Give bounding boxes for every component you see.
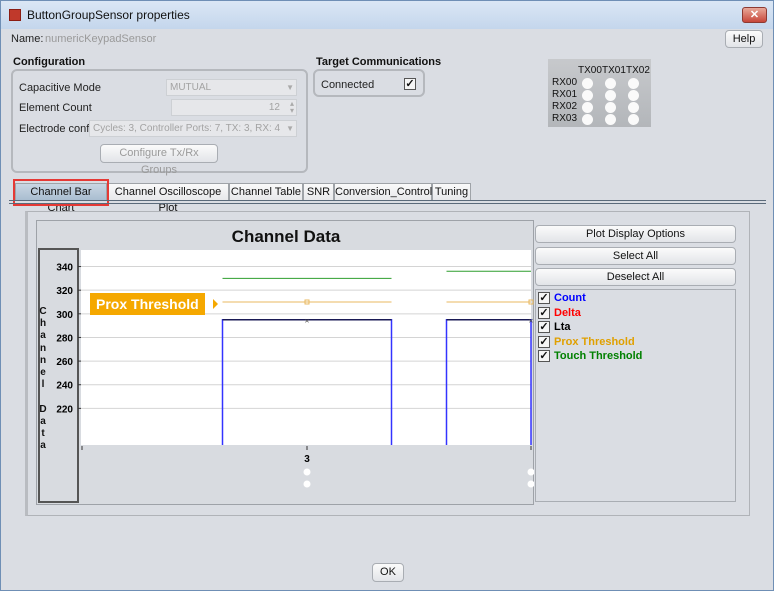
tab-divider bbox=[9, 200, 766, 204]
name-label: Name: bbox=[11, 33, 44, 45]
configure-txrx-groups-button[interactable]: Configure Tx/Rx Groups bbox=[100, 144, 218, 176]
connected-label: Connected bbox=[321, 79, 375, 91]
electrode-indicator[interactable] bbox=[628, 114, 639, 125]
electrode-indicator[interactable] bbox=[582, 90, 593, 101]
y-tick-label: 320 bbox=[56, 286, 73, 297]
series-label: Delta bbox=[554, 306, 581, 319]
electrode-indicator[interactable] bbox=[605, 90, 616, 101]
series-checkbox[interactable]: ✓ bbox=[538, 292, 550, 304]
capacitive-mode-select[interactable]: MUTUAL ▼ bbox=[166, 79, 297, 96]
lta-marker: × bbox=[305, 317, 310, 326]
plot-area bbox=[81, 250, 531, 445]
x-indicator-dot bbox=[303, 468, 311, 476]
tab-channel-oscilloscope-plot[interactable]: Channel Oscilloscope Plot bbox=[107, 183, 229, 214]
close-button[interactable]: ✕ bbox=[742, 7, 767, 23]
series-label: Lta bbox=[554, 321, 571, 333]
tab-conversion-control[interactable]: Conversion_Control bbox=[334, 183, 432, 201]
electrode-indicator[interactable] bbox=[582, 114, 593, 125]
spinner-arrows-icon[interactable]: ▴ ▾ bbox=[290, 100, 294, 115]
x-tick-label: 3 bbox=[304, 454, 310, 465]
series-label: Touch Threshold bbox=[554, 350, 643, 362]
lta-marker: × bbox=[529, 317, 534, 326]
electrode-indicator[interactable] bbox=[605, 114, 616, 125]
element-count-label: Element Count bbox=[19, 102, 92, 114]
x-indicator-dot bbox=[527, 468, 534, 476]
x-indicator-dot bbox=[527, 480, 534, 488]
dialog-window: ButtonGroupSensor properties ✕ Name: num… bbox=[0, 0, 774, 591]
electrode-indicator[interactable] bbox=[582, 102, 593, 113]
matrix-row-label: RX01 bbox=[552, 89, 578, 100]
y-tick-label: 280 bbox=[56, 333, 73, 344]
element-count-spinner[interactable]: 12 ▴ ▾ bbox=[171, 99, 297, 116]
series-toggle-delta[interactable]: ✓ Delta bbox=[538, 306, 581, 319]
series-toggle-touch-threshold[interactable]: ✓ Touch Threshold bbox=[538, 350, 642, 362]
matrix-column-label: TX01 bbox=[602, 65, 626, 76]
series-label: Prox Threshold bbox=[554, 335, 635, 348]
series-checkbox[interactable]: ✓ bbox=[538, 306, 550, 319]
series-toggle-prox-threshold[interactable]: ✓ Prox Threshold bbox=[538, 335, 635, 348]
chevron-down-icon: ▼ bbox=[286, 124, 294, 133]
tab-channel-table[interactable]: Channel Table bbox=[229, 183, 303, 201]
y-tick-label: 300 bbox=[56, 310, 73, 321]
matrix-column-label: TX00 bbox=[578, 65, 602, 76]
electrode-indicator[interactable] bbox=[628, 102, 639, 113]
chart-title: Channel Data bbox=[231, 227, 341, 246]
chevron-down-icon: ▼ bbox=[286, 83, 294, 92]
series-checkbox[interactable]: ✓ bbox=[538, 335, 550, 348]
y-tick-label: 340 bbox=[56, 263, 73, 274]
electrode-indicator[interactable] bbox=[605, 102, 616, 113]
target-communications-title: Target Communications bbox=[316, 56, 442, 68]
matrix-row-label: RX00 bbox=[552, 77, 578, 88]
tab-tuning[interactable]: Tuning bbox=[432, 183, 471, 201]
window-title: ButtonGroupSensor properties bbox=[27, 8, 190, 22]
series-toggle-lta[interactable]: ✓ Lta bbox=[538, 321, 571, 333]
electrode-config-label: Electrode config bbox=[19, 123, 98, 135]
electrode-matrix: TX00 TX01 TX02 RX00 RX01 RX02 RX03 bbox=[548, 59, 651, 127]
series-checkbox[interactable]: ✓ bbox=[538, 350, 550, 362]
matrix-row-label: RX02 bbox=[552, 101, 578, 112]
y-tick-label: 240 bbox=[56, 381, 73, 392]
series-checkbox[interactable]: ✓ bbox=[538, 321, 550, 333]
annotation-pointer-icon bbox=[213, 299, 218, 309]
tab-snr[interactable]: SNR bbox=[303, 183, 334, 201]
ok-button[interactable]: OK bbox=[372, 563, 404, 582]
connected-checkbox[interactable]: ✓ bbox=[404, 78, 416, 90]
matrix-column-label: TX02 bbox=[626, 65, 650, 76]
series-toggle-count[interactable]: ✓ Count bbox=[538, 292, 586, 304]
app-icon bbox=[9, 9, 21, 21]
prox-threshold-annotation: Prox Threshold bbox=[90, 293, 205, 315]
plot-display-options-button[interactable]: Plot Display Options bbox=[535, 225, 736, 243]
x-indicator-dot bbox=[303, 480, 311, 488]
series-label: Count bbox=[554, 292, 586, 304]
configuration-title: Configuration bbox=[13, 56, 86, 68]
title-bar[interactable]: ButtonGroupSensor properties ✕ bbox=[1, 1, 773, 29]
matrix-row-label: RX03 bbox=[552, 113, 578, 124]
name-field[interactable]: numericKeypadSensor bbox=[45, 33, 156, 45]
deselect-all-button[interactable]: Deselect All bbox=[535, 268, 736, 286]
electrode-indicator[interactable] bbox=[628, 78, 639, 89]
electrode-indicator[interactable] bbox=[582, 78, 593, 89]
electrode-config-value: Cycles: 3, Controller Ports: 7, TX: 3, R… bbox=[93, 123, 281, 134]
y-tick-label: 220 bbox=[56, 404, 73, 415]
electrode-config-select[interactable]: Cycles: 3, Controller Ports: 7, TX: 3, R… bbox=[89, 120, 297, 137]
electrode-indicator[interactable] bbox=[628, 90, 639, 101]
capacitive-mode-label: Capacitive Mode bbox=[19, 82, 101, 94]
electrode-indicator[interactable] bbox=[605, 78, 616, 89]
channel-bar-chart: 340 320 300 280 260 240 220 × × 3 bbox=[56, 250, 534, 488]
select-all-button[interactable]: Select All bbox=[535, 247, 736, 265]
element-count-value: 12 bbox=[268, 102, 280, 113]
series-list: ✓ Count ✓ Delta ✓ Lta ✓ Prox Threshold ✓ Touch Th… bbox=[535, 289, 736, 502]
help-button[interactable]: Help bbox=[725, 30, 763, 48]
y-tick-label: 260 bbox=[56, 357, 73, 368]
capacitive-mode-value: MUTUAL bbox=[170, 82, 212, 93]
